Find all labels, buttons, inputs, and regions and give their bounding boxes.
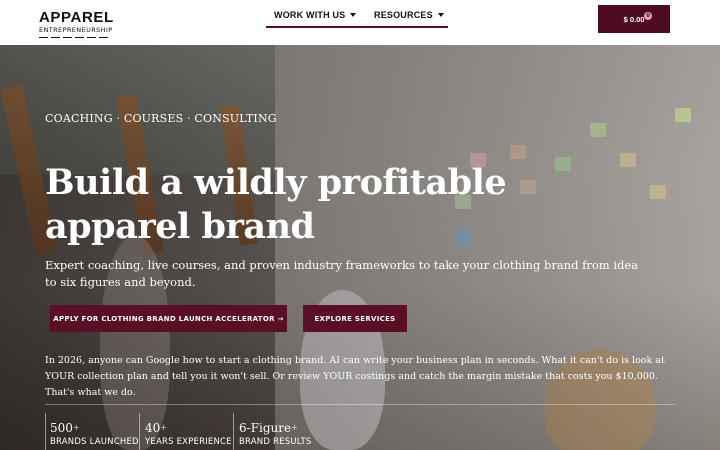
logo-wordmark: APPAREL (39, 9, 114, 26)
explore-services-button[interactable]: EXPLORE SERVICES (303, 305, 407, 332)
site-header: APPAREL ENTREPRENEURSHIP WORK WITH US RE… (0, 0, 720, 45)
chevron-down-icon (350, 13, 357, 17)
nav-item-label: WORK WITH US (274, 10, 346, 20)
cart-count-badge: 0 (644, 12, 652, 20)
stat-label: BRAND RESULTS (239, 437, 312, 447)
logo-subtitle: ENTREPRENEURSHIP (39, 26, 113, 34)
cart-button[interactable]: $ 0.00 0 (598, 5, 670, 33)
stat-separator (233, 413, 234, 450)
cart-total: $ 0.00 (623, 14, 645, 24)
stat-brands-launched: 500+ BRANDS LAUNCHED (50, 421, 139, 447)
logo-dashes (39, 37, 114, 38)
stat-suffix: + (291, 423, 298, 432)
stat-years-experience: 40+ YEARS EXPERIENCE (145, 421, 232, 447)
nav-item-work-with-us[interactable]: WORK WITH US (274, 10, 357, 20)
stat-value: 40 (145, 421, 161, 435)
hero-headline: Build a wildly profitable apparel brand (45, 162, 507, 247)
stat-separator (139, 413, 140, 450)
hero-body-text: In 2026, anyone can Google how to start … (45, 355, 665, 398)
stat-value: 6-Figure (239, 421, 292, 435)
chevron-down-icon (437, 13, 444, 17)
nav-item-label: RESOURCES (374, 10, 433, 20)
stat-label: BRANDS LAUNCHED (50, 437, 139, 447)
stat-separator (45, 413, 46, 450)
apply-accelerator-button[interactable]: APPLY FOR CLOTHING BRAND LAUNCH ACCELERA… (50, 305, 287, 332)
stat-label: YEARS EXPERIENCE (145, 437, 232, 447)
stats-divider-line (45, 404, 675, 405)
main-nav: WORK WITH US RESOURCES (266, 8, 448, 28)
hero-kicker: COACHING · COURSES · CONSULTING (45, 112, 277, 125)
hero-subheading: Expert coaching, live courses, and prove… (45, 258, 639, 289)
stat-suffix: + (72, 423, 80, 432)
stat-brand-results: 6-Figure+ BRAND RESULTS (239, 421, 311, 447)
nav-item-resources[interactable]: RESOURCES (374, 10, 444, 20)
stat-suffix: + (160, 423, 167, 432)
hero-section: COACHING · COURSES · CONSULTING Build a … (0, 45, 720, 450)
brand-logo[interactable]: APPAREL ENTREPRENEURSHIP (39, 10, 114, 38)
stat-value: 500 (50, 421, 73, 435)
